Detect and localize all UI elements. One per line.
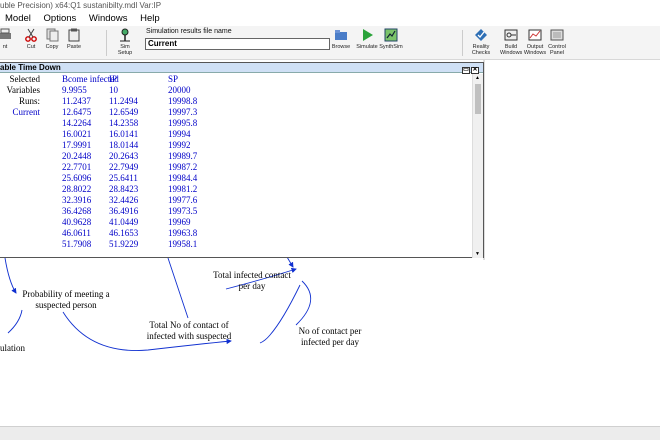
reality-checks-button[interactable]: Reality Checks — [470, 28, 492, 56]
paste-button[interactable]: Paste — [64, 28, 84, 50]
table-cell: 14.2358 — [109, 118, 139, 128]
table-cell: 19987.2 — [168, 162, 198, 172]
column-ip: IP 10 11.2494 12.6549 14.2358 16.0141 18.0144… — [109, 74, 138, 250]
print-button[interactable]: nt — [0, 28, 12, 50]
table-cell: 19981.2 — [168, 184, 198, 194]
table-cell: 11.2494 — [109, 96, 138, 106]
paste-icon — [67, 28, 81, 42]
runs-label: Runs: — [18, 96, 40, 106]
sim-file-label: Simulation results file name — [146, 28, 232, 35]
printer-icon — [0, 28, 12, 42]
table-cell: 19969 — [168, 217, 191, 227]
selected-label: Selected — [9, 74, 41, 84]
toolbar-separator — [462, 30, 463, 56]
row-header-labels: Selected Variables Runs: Current — [0, 74, 41, 118]
table-cell: 19963.8 — [168, 228, 198, 238]
variable-no-contact-per-infected[interactable]: No of contact per infected per day — [288, 326, 372, 348]
restore-icon[interactable]: ▭ — [462, 67, 470, 74]
scroll-up-icon[interactable]: ▲ — [475, 75, 480, 81]
table-cell: 28.8423 — [109, 184, 139, 194]
reality-check-icon — [474, 28, 488, 42]
table-cell: 18.0144 — [109, 140, 139, 150]
table-cell: 16.0141 — [109, 129, 139, 139]
vertical-scrollbar[interactable]: ▲ ▼ — [472, 74, 483, 258]
table-cell: 19994 — [168, 129, 191, 139]
synthesim-button[interactable]: SynthSim — [378, 28, 404, 50]
table-cell: 19995.8 — [168, 118, 198, 128]
current-run-label: Current — [12, 107, 41, 117]
table-cell: 19973.5 — [168, 206, 198, 216]
arrow-top-to-total-infected — [286, 256, 294, 268]
sim-setup-icon — [118, 28, 132, 42]
build-windows-icon — [504, 28, 518, 42]
folder-icon — [334, 28, 348, 42]
table-cell: 19989.7 — [168, 151, 198, 161]
column-header: SP — [168, 74, 179, 84]
table-cell: 19958.1 — [168, 239, 198, 249]
table-cell: 19998.8 — [168, 96, 198, 106]
play-icon — [360, 28, 374, 42]
control-panel-button[interactable]: Control Panel — [546, 28, 568, 56]
scroll-thumb[interactable] — [475, 84, 481, 114]
variables-label: Variables — [6, 85, 41, 95]
cut-button[interactable]: Cut — [22, 28, 40, 50]
output-windows-icon — [528, 28, 542, 42]
copy-icon — [45, 28, 59, 42]
table-cell: 19992 — [168, 140, 191, 150]
sim-setup-button[interactable]: Sim Setup — [114, 28, 136, 56]
table-window-title: able Time Down — [0, 63, 61, 72]
variable-population-partial[interactable]: ulation — [0, 343, 36, 354]
table-cell: 32.4426 — [109, 195, 139, 205]
menu-windows[interactable]: Windows — [84, 12, 133, 26]
copy-button[interactable]: Copy — [43, 28, 61, 50]
table-window-titlebar[interactable]: able Time Down ▭ ✕ — [0, 63, 483, 74]
control-panel-icon — [550, 28, 564, 42]
table-cell: 12.6549 — [109, 107, 139, 117]
toolbar-separator — [106, 30, 107, 56]
sim-file-input[interactable]: Current — [145, 38, 330, 50]
window-title: uble Precision) x64:Q1 sustanibilty.mdl … — [0, 0, 660, 12]
variable-probability-meeting[interactable]: Probability of meeting a suspected perso… — [16, 289, 116, 311]
table-cell: 20.2643 — [109, 151, 139, 161]
table-cell: 46.1653 — [109, 228, 139, 238]
table-cell: 36.4916 — [109, 206, 139, 216]
table-cell: 20000 — [168, 85, 191, 95]
table-cell: 41.0449 — [109, 217, 139, 227]
menu-options[interactable]: Options — [39, 12, 82, 26]
menu-model[interactable]: Model — [0, 12, 36, 26]
menu-bar: Model Options Windows Help — [0, 12, 660, 26]
build-windows-button[interactable]: Build Windows — [500, 28, 522, 56]
table-cell: 19984.4 — [168, 173, 198, 183]
table-window: able Time Down ▭ ✕ Selected Variables Run… — [0, 62, 484, 258]
table-cell: 51.9229 — [109, 239, 139, 249]
table-cell: 25.6411 — [109, 173, 138, 183]
browse-button[interactable]: Browse — [331, 28, 351, 50]
arrow-left-to-prob — [4, 257, 17, 294]
arrow-per-infected — [295, 280, 311, 326]
menu-help[interactable]: Help — [135, 12, 165, 26]
status-bar — [0, 426, 660, 440]
output-windows-button[interactable]: Output Windows — [523, 28, 547, 56]
close-icon[interactable]: ✕ — [471, 67, 479, 74]
arrow-population — [7, 309, 23, 334]
table-cell: 19977.6 — [168, 195, 198, 205]
table-body: Selected Variables Runs: Current Bcome i… — [0, 74, 472, 258]
variable-total-infected-contact[interactable]: Total infected contact per day — [212, 270, 292, 292]
table-cell: 19997.3 — [168, 107, 198, 117]
column-sp: SP 20000 19998.8 19997.3 19995.8 19994 19992 1… — [168, 74, 197, 250]
variable-total-no-contact[interactable]: Total No of contact of infected with sus… — [137, 320, 241, 342]
toolbar: nt Cut Copy Paste Sim Setup Simulation r… — [0, 26, 660, 60]
column-header: IP — [109, 74, 118, 84]
synthesim-icon — [384, 28, 398, 42]
scroll-down-icon[interactable]: ▼ — [475, 251, 480, 257]
table-cell: 10 — [109, 85, 118, 95]
scissors-icon — [24, 28, 38, 42]
table-cell: 22.7949 — [109, 162, 139, 172]
line-to-total-contact — [167, 257, 189, 319]
simulate-button[interactable]: Simulate — [356, 28, 378, 50]
